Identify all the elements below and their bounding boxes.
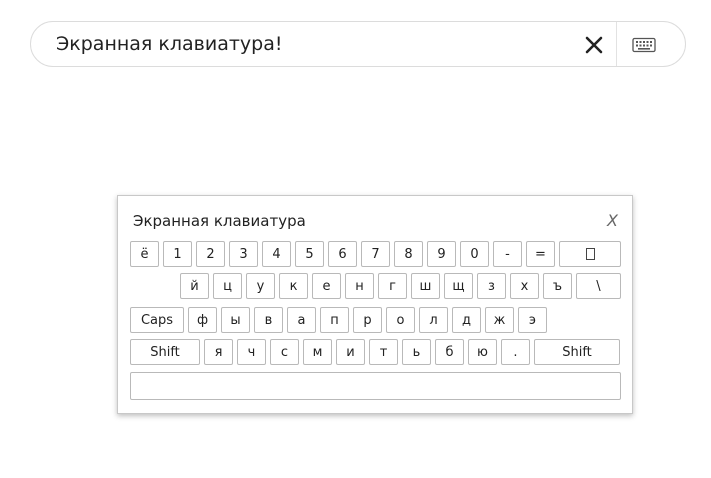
key[interactable]: ш — [411, 273, 440, 299]
key[interactable]: ф — [188, 307, 217, 333]
key-space[interactable] — [130, 372, 621, 400]
key[interactable]: щ — [444, 273, 473, 299]
key[interactable]: с — [270, 339, 299, 365]
search-input[interactable] — [56, 30, 556, 58]
close-icon — [585, 36, 603, 54]
key[interactable]: 5 — [295, 241, 324, 267]
key[interactable]: 1 — [163, 241, 192, 267]
key[interactable]: е — [312, 273, 341, 299]
key[interactable]: а — [287, 307, 316, 333]
key[interactable]: ю — [468, 339, 497, 365]
key[interactable]: г — [378, 273, 407, 299]
key[interactable]: к — [279, 273, 308, 299]
key[interactable]: 3 — [229, 241, 258, 267]
clear-button[interactable] — [581, 32, 607, 58]
key-shift[interactable]: Shift — [534, 339, 620, 365]
key[interactable]: ч — [237, 339, 266, 365]
key[interactable]: и — [336, 339, 365, 365]
search-divider — [616, 22, 617, 66]
key[interactable]: р — [353, 307, 382, 333]
key[interactable]: я — [204, 339, 233, 365]
key[interactable]: 2 — [196, 241, 225, 267]
key-caps[interactable]: Caps — [130, 307, 184, 333]
key-backspace[interactable] — [559, 241, 621, 267]
key[interactable]: 0 — [460, 241, 489, 267]
key[interactable]: т — [369, 339, 398, 365]
keyboard-close-button[interactable]: X — [607, 211, 618, 230]
key[interactable]: о — [386, 307, 415, 333]
key[interactable]: 9 — [427, 241, 456, 267]
key[interactable]: ы — [221, 307, 250, 333]
virtual-keyboard: Экранная клавиатура X ё 1 2 3 4 5 6 7 8 9 0- = й ц у к е… — [117, 195, 633, 414]
key[interactable]: - — [493, 241, 522, 267]
search-bar — [30, 21, 686, 67]
key[interactable]: б — [435, 339, 464, 365]
key[interactable]: ё — [130, 241, 159, 267]
key[interactable]: х — [510, 273, 539, 299]
key[interactable]: 8 — [394, 241, 423, 267]
key[interactable]: ж — [485, 307, 514, 333]
key[interactable]: ъ — [543, 273, 572, 299]
key[interactable]: л — [419, 307, 448, 333]
key-shift[interactable]: Shift — [130, 339, 200, 365]
key[interactable]: ц — [213, 273, 242, 299]
key[interactable]: 4 — [262, 241, 291, 267]
backspace-glyph-icon — [585, 248, 595, 260]
key[interactable]: н — [345, 273, 374, 299]
key[interactable]: . — [501, 339, 530, 365]
key[interactable]: й — [180, 273, 209, 299]
key[interactable]: з — [477, 273, 506, 299]
keyboard-toggle-button[interactable] — [629, 33, 659, 57]
keyboard-icon — [632, 37, 656, 53]
key[interactable]: д — [452, 307, 481, 333]
key[interactable]: э — [518, 307, 547, 333]
key[interactable]: п — [320, 307, 349, 333]
key[interactable]: 7 — [361, 241, 390, 267]
key[interactable]: м — [303, 339, 332, 365]
key[interactable]: ь — [402, 339, 431, 365]
key[interactable]: = — [526, 241, 555, 267]
key[interactable]: 6 — [328, 241, 357, 267]
key[interactable]: в — [254, 307, 283, 333]
keyboard-title: Экранная клавиатура — [133, 212, 306, 230]
key[interactable]: у — [246, 273, 275, 299]
key[interactable]: \ — [576, 273, 621, 299]
